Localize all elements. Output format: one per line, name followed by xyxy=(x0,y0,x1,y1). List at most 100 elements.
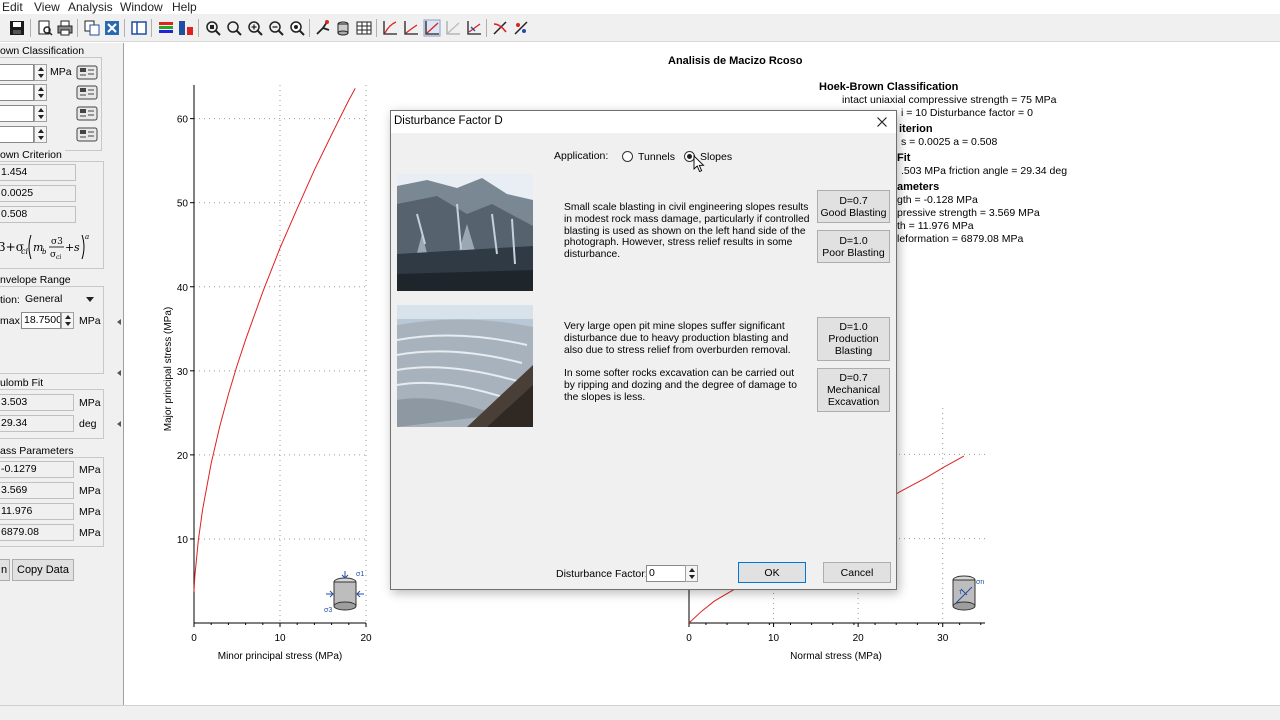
close-icon[interactable] xyxy=(874,114,890,130)
copy-data-button[interactable]: Copy Data xyxy=(12,559,74,581)
hoek-brown-equation: 3+σ ci m b σ3 σ ci + s a xyxy=(0,227,98,265)
x-axis-label: Normal stress (MPa) xyxy=(790,651,882,662)
results-line: leformation = 6879.08 MPa xyxy=(897,233,1024,245)
zoom-out-icon[interactable] xyxy=(267,19,285,37)
colors-icon[interactable] xyxy=(157,19,175,37)
mb-value: 1.454 xyxy=(0,164,76,181)
menu-view[interactable]: View xyxy=(34,0,60,14)
button-line: D=0.7 xyxy=(839,194,868,207)
calculator-icon[interactable] xyxy=(76,65,98,80)
disturbance-factor-spinner[interactable] xyxy=(685,565,698,582)
sigci-spinner[interactable] xyxy=(34,64,47,81)
chart-tangent-icon[interactable] xyxy=(465,19,483,37)
disturbance-factor-dialog: Disturbance Factor D Application: Tunnel… xyxy=(390,110,897,590)
button-line: Production xyxy=(828,333,879,345)
gsi-spinner[interactable] xyxy=(34,84,47,101)
sensitivity-icon[interactable] xyxy=(512,19,530,37)
good-blasting-button[interactable]: D=0.7 Good Blasting xyxy=(817,190,890,223)
svg-text:s: s xyxy=(74,241,80,254)
application-select[interactable]: General xyxy=(22,291,98,307)
chart-options-icon[interactable] xyxy=(491,19,509,37)
friction-angle-unit: deg xyxy=(79,418,97,430)
poor-blasting-button[interactable]: D=1.0 Poor Blasting xyxy=(817,230,890,263)
text-line: the slopes is less. xyxy=(564,391,646,403)
menu-edit[interactable]: Edit xyxy=(2,0,23,14)
mi-spinner[interactable] xyxy=(34,105,47,122)
zoom-in-icon[interactable] xyxy=(246,19,264,37)
zoom-window-icon[interactable] xyxy=(225,19,243,37)
production-blasting-button[interactable]: D=1.0 Production Blasting xyxy=(817,317,890,361)
chevron-down-icon xyxy=(86,297,94,302)
chart-disabled-icon[interactable] xyxy=(444,19,462,37)
cohesion-unit: MPa xyxy=(79,397,101,409)
group-title-envelope: nvelope Range xyxy=(0,274,74,286)
text-line: In some softer rocks excavation can be c… xyxy=(564,368,795,379)
x-axis-label: Minor principal stress (MPa) xyxy=(218,651,342,662)
menu-help[interactable]: Help xyxy=(172,0,197,14)
button-line: Poor Blasting xyxy=(822,246,885,259)
collapse-arrow-icon[interactable] xyxy=(117,319,121,325)
tunnels-radio[interactable] xyxy=(622,151,633,162)
calculator-icon[interactable] xyxy=(76,127,98,142)
cancel-button[interactable]: Cancel xyxy=(823,562,891,583)
results-line: ameters xyxy=(897,181,940,193)
y-axis-label: Major principal stress (MPa) xyxy=(163,307,174,431)
ok-button[interactable]: OK xyxy=(738,562,806,583)
calculator-icon[interactable] xyxy=(76,106,98,121)
chart-shear-normal-icon[interactable] xyxy=(402,19,420,37)
data-table-icon[interactable] xyxy=(355,19,373,37)
y-tick-label: 20 xyxy=(177,451,189,462)
d-spinner[interactable] xyxy=(34,126,47,143)
export-excel-icon[interactable] xyxy=(103,19,121,37)
results-line: s = 0.0025 a = 0.508 xyxy=(901,136,998,148)
dialog-title-bar: Disturbance Factor D xyxy=(391,111,896,133)
plot-title: Analisis de Macizo Rcoso xyxy=(668,55,803,67)
slope-blasting-text: Small scale blasting in civil engineerin… xyxy=(564,202,810,261)
results-line: iterion xyxy=(899,123,933,135)
print-preview-icon[interactable] xyxy=(36,19,54,37)
print-icon[interactable] xyxy=(56,19,74,37)
mechanical-excavation-button[interactable]: D=0.7 Mechanical Excavation xyxy=(817,368,890,412)
chart-sigma1-sigma3-icon[interactable] xyxy=(381,19,399,37)
layout-icon[interactable] xyxy=(130,19,148,37)
zoom-extents-icon[interactable] xyxy=(288,19,306,37)
save-icon[interactable] xyxy=(8,19,26,37)
sig3max-label: max xyxy=(0,315,20,327)
sig3max-input[interactable]: 18.7500 xyxy=(21,312,61,329)
sigci-unit: MPa xyxy=(50,66,72,78)
x-tick-label: 0 xyxy=(191,633,197,644)
zoom-all-icon[interactable] xyxy=(204,19,222,37)
tensile-strength-value: -0.1279 xyxy=(0,461,74,478)
pick-tool-icon[interactable] xyxy=(314,19,332,37)
mi-input[interactable] xyxy=(0,105,34,122)
x-tick-label: 10 xyxy=(274,633,286,644)
rock-sample-icon[interactable] xyxy=(334,19,352,37)
y-tick-label: 60 xyxy=(177,115,189,126)
y-tick-label: 30 xyxy=(177,367,189,378)
gsi-input[interactable] xyxy=(0,84,34,101)
group-title-mass-params: ass Parameters xyxy=(0,445,77,457)
left-cut-button[interactable]: n xyxy=(0,559,10,581)
copy-icon[interactable] xyxy=(83,19,101,37)
collapse-arrow-icon[interactable] xyxy=(117,421,121,427)
text-line: photograph. However, stress relief resul… xyxy=(564,237,793,249)
disturbance-factor-input[interactable]: 0 xyxy=(646,565,686,582)
sig3max-spinner[interactable] xyxy=(61,312,74,329)
legend-icon[interactable] xyxy=(177,19,195,37)
d-input[interactable] xyxy=(0,126,34,143)
chart-grid-icon[interactable] xyxy=(423,19,441,37)
sigci-input[interactable] xyxy=(0,64,34,81)
collapse-arrow-icon[interactable] xyxy=(117,370,121,376)
group-title-mohr-coulomb: ulomb Fit xyxy=(0,377,47,389)
results-header: Hoek-Brown Classification xyxy=(819,81,959,93)
menu-analysis[interactable]: Analysis xyxy=(68,0,113,14)
results-line: th = 11.976 MPa xyxy=(897,220,974,232)
tunnels-radio-label[interactable]: Tunnels xyxy=(638,151,675,164)
global-strength-value: 11.976 xyxy=(0,503,74,520)
menu-window[interactable]: Window xyxy=(120,0,163,14)
svg-text:b: b xyxy=(42,248,47,256)
text-line: in modest rock mass damage, particularly… xyxy=(564,213,810,225)
application-label: tion: xyxy=(0,294,20,306)
calculator-icon[interactable] xyxy=(76,85,98,100)
x-tick-label: 20 xyxy=(360,633,372,644)
